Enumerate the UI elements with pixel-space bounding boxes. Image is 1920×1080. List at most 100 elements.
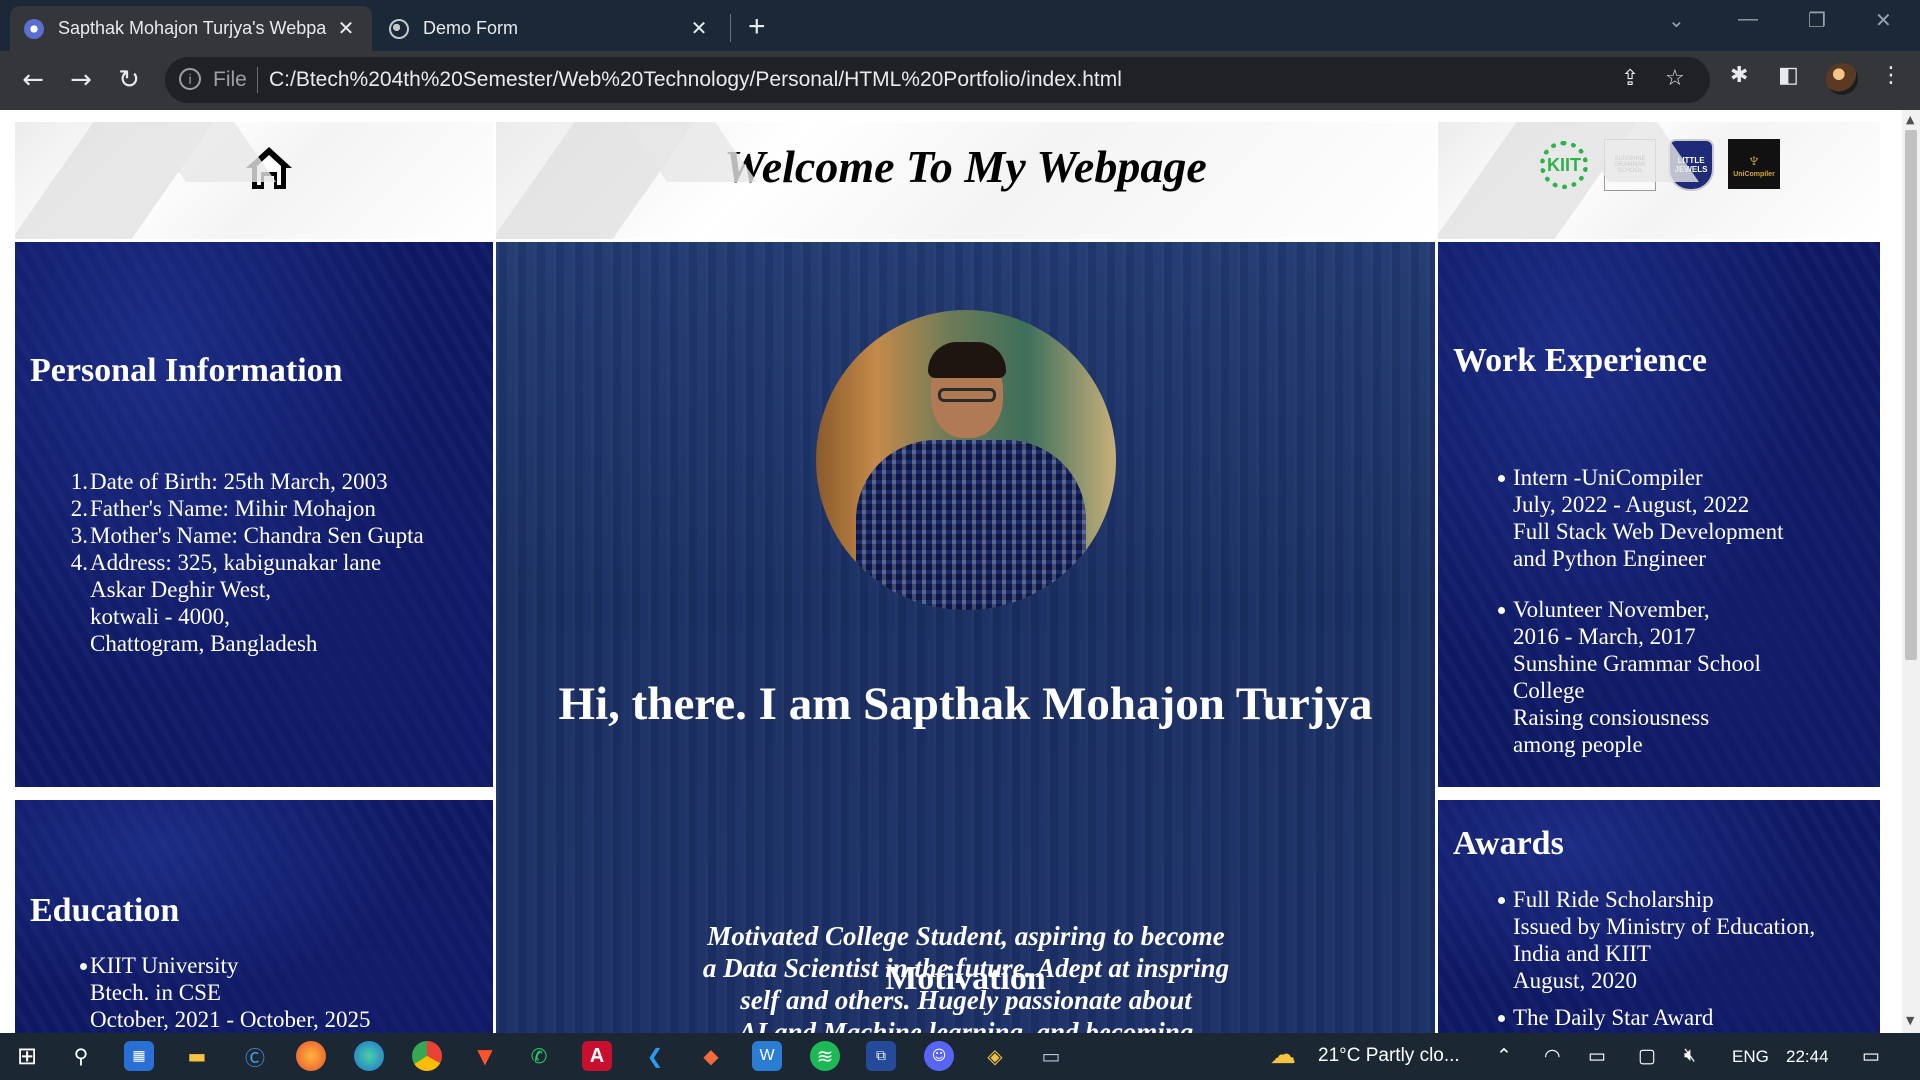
- app-icon[interactable]: ◆: [696, 1041, 726, 1071]
- tab-title: Demo Form: [423, 18, 519, 38]
- site-info-icon[interactable]: i: [179, 68, 201, 90]
- language-indicator[interactable]: ENG: [1732, 1047, 1769, 1067]
- personal-info-list: 1. Date of Birth: 25th March, 2003 2. Fath…: [30, 468, 490, 657]
- back-icon[interactable]: ←: [16, 63, 50, 97]
- awards-heading: Awards: [1453, 825, 1564, 862]
- scroll-thumb[interactable]: [1905, 130, 1917, 660]
- windows-taskbar: ⊞ ⚲ ▦ ▬ Ⓒ ▼ ✆ A ❮ ◆ W ≋ ⧉ ☺ ◈ ▭ ☁ 21°C P…: [0, 1033, 1920, 1080]
- app3-icon[interactable]: ▭: [1036, 1041, 1066, 1071]
- menu-icon[interactable]: ⋮: [1880, 63, 1902, 88]
- personal-info-heading: Personal Information: [30, 352, 343, 389]
- profile-avatar[interactable]: [1826, 63, 1858, 95]
- omnibox-divider: [257, 67, 258, 93]
- tab-search-icon[interactable]: ⌄: [1668, 8, 1685, 33]
- tab-portfolio[interactable]: Sapthak Mohajon Turjya's Webpa ✕: [10, 6, 372, 51]
- tab-divider: [730, 14, 731, 42]
- reload-icon[interactable]: ↻: [112, 63, 146, 97]
- header-logos-panel: KIIT SUNSHINE GRAMMAR SCHOOL LITTLE JEWE…: [1438, 122, 1880, 239]
- intro-panel: Hi, there. I am Sapthak Mohajon Turjya M…: [496, 242, 1435, 1033]
- page-scrollbar[interactable]: ▲ ▼: [1902, 110, 1920, 1033]
- list-item: Volunteer November, 2016 - March, 2017 S…: [1453, 596, 1878, 758]
- awards-panel: Awards Full Ride Scholarship Issued by M…: [1438, 800, 1880, 1033]
- volume-muted-icon[interactable]: 🔇︎: [1684, 1045, 1696, 1067]
- brave-icon[interactable]: ▼: [470, 1041, 500, 1071]
- education-panel: Education KIIT University Btech. in CSE …: [15, 800, 493, 1033]
- education-heading: Education: [30, 892, 180, 929]
- close-window-icon[interactable]: ✕: [1875, 8, 1892, 33]
- close-tab-icon[interactable]: ✕: [687, 16, 711, 41]
- store-icon[interactable]: ▦: [124, 1041, 154, 1071]
- side-panel-icon[interactable]: ◧: [1778, 63, 1799, 88]
- vscode-icon[interactable]: ❮: [640, 1041, 670, 1071]
- restore-icon[interactable]: ❐: [1808, 8, 1826, 33]
- close-tab-icon[interactable]: ✕: [334, 16, 358, 41]
- tab-title: Sapthak Mohajon Turjya's Webpa: [58, 18, 327, 38]
- notifications-icon[interactable]: ▭: [1862, 1045, 1880, 1068]
- list-item: Full Ride Scholarship Issued by Ministry…: [1453, 886, 1878, 994]
- motivation-text: Motivated College Student, aspiring to b…: [702, 921, 1230, 1033]
- scroll-up-icon[interactable]: ▲: [1906, 113, 1916, 126]
- page-viewport: Welcome To My Webpage KIIT SUNSHINE GRAM…: [0, 110, 1902, 1033]
- tab-demo-form[interactable]: Demo Form ✕: [375, 6, 725, 51]
- list-item: The Daily Star Award: [1453, 1004, 1878, 1031]
- list-item: Intern -UniCompiler July, 2022 - August,…: [1453, 464, 1878, 572]
- list-item: 3. Mother's Name: Chandra Sen Gupta: [70, 523, 424, 548]
- unicompiler-logo: ♆ UniCompiler: [1728, 139, 1780, 189]
- education-list: KIIT University Btech. in CSE October, 2…: [30, 952, 490, 1033]
- clock[interactable]: 22:44: [1786, 1047, 1829, 1067]
- scroll-down-icon[interactable]: ▼: [1906, 1014, 1916, 1027]
- word-icon[interactable]: W: [752, 1041, 782, 1071]
- weather-icon[interactable]: ☁: [1270, 1039, 1296, 1070]
- work-experience-heading: Work Experience: [1453, 342, 1708, 379]
- forward-icon[interactable]: →: [64, 63, 98, 97]
- git-icon[interactable]: ◈: [980, 1041, 1010, 1071]
- home-icon[interactable]: [243, 144, 295, 192]
- kiit-logo: KIIT: [1538, 139, 1590, 191]
- minimize-icon[interactable]: —: [1738, 8, 1758, 31]
- browser-chrome: Sapthak Mohajon Turjya's Webpa ✕ Demo Fo…: [0, 0, 1920, 110]
- search-icon[interactable]: ⚲: [66, 1041, 96, 1071]
- list-item: 4. Address: 325, kabigunakar lane Askar …: [70, 550, 382, 656]
- globe-icon: [389, 18, 409, 39]
- discord-icon[interactable]: ☺: [924, 1041, 954, 1071]
- page-favicon-icon: [24, 18, 44, 39]
- spotify-icon[interactable]: ≋: [810, 1041, 840, 1071]
- windows-start-icon[interactable]: ⊞: [12, 1041, 42, 1071]
- app2-icon[interactable]: ⧉: [866, 1041, 896, 1071]
- whatsapp-icon[interactable]: ✆: [524, 1041, 554, 1071]
- weather-text[interactable]: 21°C Partly clo...: [1318, 1045, 1460, 1067]
- header-home-panel: [15, 122, 493, 239]
- screen-icon[interactable]: ▢: [1638, 1045, 1656, 1068]
- greeting-heading: Hi, there. I am Sapthak Mohajon Turjya: [558, 678, 1373, 730]
- extensions-icon[interactable]: ✱: [1730, 63, 1748, 88]
- cortana-icon[interactable]: Ⓒ: [240, 1041, 270, 1071]
- wifi-icon[interactable]: ◠: [1544, 1045, 1561, 1068]
- personal-info-panel: Personal Information 1. Date of Birth: 25…: [15, 242, 493, 787]
- profile-photo: [816, 310, 1116, 610]
- battery-icon[interactable]: ▭: [1588, 1045, 1606, 1068]
- header-title-panel: Welcome To My Webpage: [496, 122, 1435, 239]
- address-bar[interactable]: i File C:/Btech%204th%20Semester/Web%20T…: [165, 57, 1710, 103]
- show-hidden-icons-icon[interactable]: ⌃: [1496, 1045, 1512, 1068]
- bookmark-star-icon[interactable]: ☆: [1665, 66, 1685, 91]
- page-title: Welcome To My Webpage: [724, 141, 1207, 192]
- work-experience-list: Intern -UniCompiler July, 2022 - August,…: [1453, 464, 1878, 758]
- url-text[interactable]: C:/Btech%204th%20Semester/Web%20Technolo…: [269, 68, 1122, 92]
- toolbar: ← → ↻ i File C:/Btech%204th%20Semester/W…: [0, 51, 1920, 110]
- scheme-label: File: [213, 68, 247, 91]
- work-experience-panel: Work Experience Intern -UniCompiler July…: [1438, 242, 1880, 787]
- list-item: 1. Date of Birth: 25th March, 2003: [70, 469, 388, 494]
- list-item: 2. Father's Name: Mihir Mohajon: [70, 496, 376, 521]
- little-jewels-logo: LITTLE JEWELS: [1668, 139, 1714, 191]
- awards-list: Full Ride Scholarship Issued by Ministry…: [1453, 886, 1878, 1031]
- sunshine-grammar-school-logo: SUNSHINE GRAMMAR SCHOOL: [1604, 139, 1656, 191]
- new-tab-icon[interactable]: +: [748, 10, 766, 44]
- tab-strip: Sapthak Mohajon Turjya's Webpa ✕ Demo Fo…: [0, 0, 1920, 51]
- list-item: KIIT University Btech. in CSE October, 2…: [30, 952, 490, 1033]
- file-explorer-icon[interactable]: ▬: [182, 1041, 212, 1071]
- chrome-icon[interactable]: [412, 1041, 442, 1071]
- share-icon[interactable]: ⇪: [1621, 66, 1639, 91]
- edge-icon[interactable]: [354, 1041, 384, 1071]
- acrobat-icon[interactable]: A: [582, 1041, 612, 1071]
- firefox-icon[interactable]: [296, 1041, 326, 1071]
